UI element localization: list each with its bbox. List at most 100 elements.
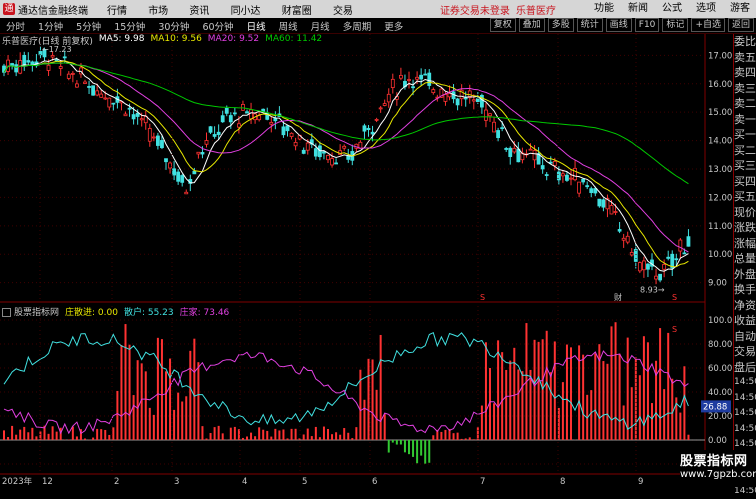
- menu-guest[interactable]: 游客: [730, 0, 750, 18]
- quote-panel-item[interactable]: 自动: [734, 329, 756, 345]
- candle-body: [71, 73, 74, 74]
- f10-button[interactable]: F10: [635, 18, 660, 32]
- quote-panel-item[interactable]: 14:50: [734, 375, 756, 391]
- quote-panel-item[interactable]: 收益: [734, 313, 756, 329]
- watermark-title: 股票指标网: [680, 450, 756, 469]
- stats-button[interactable]: 统计: [577, 18, 603, 32]
- login-status[interactable]: 证券交易未登录: [440, 2, 510, 17]
- indicator-bar: [149, 408, 151, 440]
- quote-panel-item[interactable]: 交易: [734, 344, 756, 360]
- indicator-bar: [594, 353, 596, 440]
- quote-panel-item[interactable]: 外盘: [734, 267, 756, 283]
- quote-panel-item[interactable]: 买二: [734, 143, 756, 159]
- candle-body: [140, 119, 143, 120]
- tab-30min[interactable]: 30分钟: [158, 22, 189, 33]
- menu-news[interactable]: 资讯: [189, 6, 209, 17]
- menu-newsbox[interactable]: 新闻: [628, 0, 648, 18]
- app-logo-icon: 通: [3, 3, 15, 15]
- multi-stock-button[interactable]: 多股: [548, 18, 574, 32]
- ma-legend: 乐普医疗(日线 前复权) MA5: 9.98 MA10: 9.56 MA20: …: [2, 34, 322, 47]
- quote-panel-item[interactable]: 卖二: [734, 96, 756, 112]
- indicator-bar: [96, 429, 98, 440]
- menu-formula[interactable]: 公式: [662, 0, 682, 18]
- tab-multi-period[interactable]: 多周期: [343, 22, 372, 33]
- indicator-bar: [27, 432, 29, 440]
- chart-area[interactable]: 17.0016.0015.0014.0013.0012.0011.0010.00…: [0, 34, 733, 487]
- indicator-bar: [116, 391, 118, 440]
- candle-body: [472, 100, 475, 101]
- indicator-tick-label: 0.00: [708, 436, 727, 446]
- quote-panel-item[interactable]: 涨跌: [734, 220, 756, 236]
- quote-panel-item[interactable]: 14:50: [734, 406, 756, 422]
- tab-1min[interactable]: 1分钟: [38, 22, 63, 33]
- menu-trade[interactable]: 交易: [333, 6, 353, 17]
- tab-daily[interactable]: 日线: [247, 22, 266, 33]
- indicator-tick-label: 100.00: [708, 316, 733, 326]
- indicator-bar: [497, 340, 499, 440]
- checkbox-icon[interactable]: [2, 308, 11, 317]
- mark-button[interactable]: 标记: [662, 18, 688, 32]
- candle-body: [290, 133, 293, 136]
- quote-panel-item[interactable]: 14:50: [734, 391, 756, 407]
- quote-panel-item[interactable]: 卖三: [734, 81, 756, 97]
- indicator-bar: [368, 359, 370, 440]
- candle-body: [428, 73, 431, 85]
- menu-wealth[interactable]: 财富圈: [282, 6, 312, 17]
- quote-panel-item[interactable]: 卖一: [734, 112, 756, 128]
- candle-body: [112, 103, 115, 104]
- indicator-bar: [396, 440, 398, 445]
- back-button[interactable]: 返回: [728, 18, 754, 32]
- quote-panel-item[interactable]: 卖五: [734, 50, 756, 66]
- indicator-bar: [193, 339, 195, 440]
- quote-panel-item[interactable]: 买四: [734, 174, 756, 190]
- quote-panel-item[interactable]: 现价: [734, 205, 756, 221]
- candle-body: [209, 127, 212, 133]
- tab-5min[interactable]: 5分钟: [76, 22, 101, 33]
- candle-body: [432, 90, 435, 93]
- candle-body: [322, 152, 325, 153]
- menu-quotes[interactable]: 行情: [107, 6, 127, 17]
- draw-line-button[interactable]: 画线: [606, 18, 632, 32]
- menu-options[interactable]: 选项: [696, 0, 716, 18]
- candle-body: [541, 166, 544, 169]
- quote-panel-item[interactable]: 卖四: [734, 65, 756, 81]
- menu-function[interactable]: 功能: [594, 0, 614, 18]
- quote-panel-item[interactable]: 涨幅: [734, 236, 756, 252]
- tab-intraday[interactable]: 分时: [6, 22, 25, 33]
- quote-panel-item[interactable]: 买五: [734, 189, 756, 205]
- tab-monthly[interactable]: 月线: [311, 22, 330, 33]
- overlay-button[interactable]: 叠加: [519, 18, 545, 32]
- signal-marker: S: [480, 293, 485, 302]
- indicator-bar: [295, 429, 297, 440]
- candle-body: [294, 142, 297, 145]
- candle-body: [367, 128, 370, 129]
- month-label: 3: [174, 477, 179, 487]
- candle-body: [622, 238, 625, 240]
- indicator-bar: [461, 439, 463, 440]
- quote-panel-item[interactable]: 净资: [734, 298, 756, 314]
- price-tick-label: 17.00: [708, 51, 732, 61]
- adjust-button[interactable]: 复权: [490, 18, 516, 32]
- indicator-bar: [266, 431, 268, 440]
- menu-tongxiaoda[interactable]: 同小达: [231, 6, 261, 17]
- indicator-bar: [246, 437, 248, 440]
- quote-panel-item[interactable]: 总量: [734, 251, 756, 267]
- quote-panel-item[interactable]: 14:50: [734, 422, 756, 438]
- price-tick-label: 16.00: [708, 80, 732, 90]
- tab-weekly[interactable]: 周线: [279, 22, 298, 33]
- menu-market[interactable]: 市场: [148, 6, 168, 17]
- indicator-bar: [185, 396, 187, 440]
- quote-panel-item[interactable]: 换手: [734, 282, 756, 298]
- candle-body: [84, 82, 87, 83]
- quote-panel-item[interactable]: 买一: [734, 127, 756, 143]
- quote-panel-item[interactable]: 买三: [734, 158, 756, 174]
- tab-60min[interactable]: 60分钟: [202, 22, 233, 33]
- tab-more[interactable]: 更多: [384, 22, 403, 33]
- candle-body: [225, 108, 228, 113]
- add-watchlist-button[interactable]: +自选: [691, 18, 725, 32]
- tab-15min[interactable]: 15分钟: [114, 22, 145, 33]
- price-tick-label: 9.00: [708, 279, 727, 289]
- quote-panel-item[interactable]: 委比: [734, 34, 756, 50]
- indicator-bar: [35, 436, 37, 440]
- quote-panel-item[interactable]: 盘后: [734, 360, 756, 376]
